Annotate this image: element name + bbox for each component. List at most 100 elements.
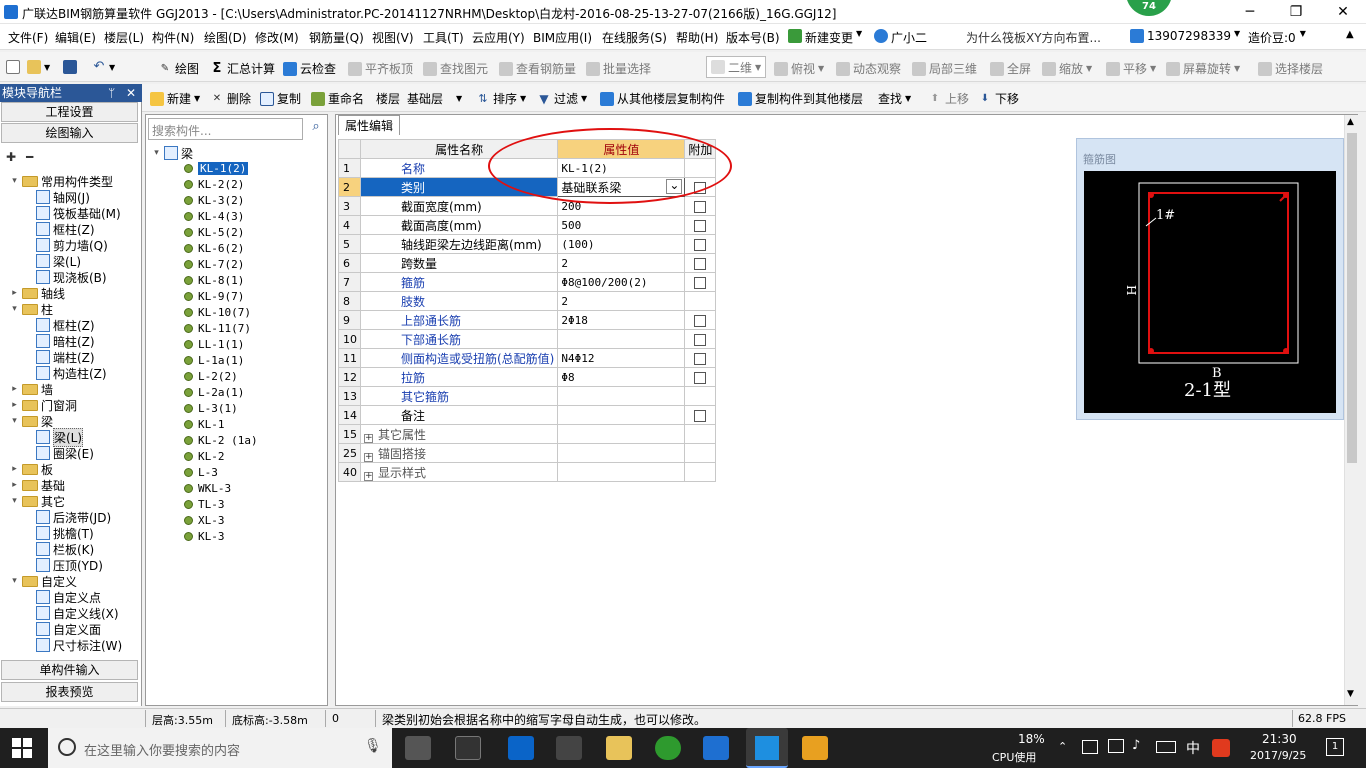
component-item[interactable]: LL-1(1)	[184, 337, 244, 352]
taskbar-search[interactable]: 在这里输入你要搜索的内容 🎙	[48, 728, 392, 768]
tree-item[interactable]: 自定义点	[36, 589, 101, 605]
tree-item[interactable]: 框柱(Z)	[36, 317, 95, 333]
tree-item[interactable]: 剪力墙(Q)	[36, 237, 108, 253]
menu-tools[interactable]: 工具(T)	[423, 29, 464, 46]
component-item[interactable]: L-3(1)	[184, 401, 238, 416]
property-row[interactable]: 10 下部通长筋	[338, 329, 717, 349]
component-item[interactable]: XL-3	[184, 513, 225, 528]
menu-file[interactable]: 文件(F)	[8, 29, 48, 46]
notification-badge[interactable]: 74	[1126, 0, 1172, 16]
expand-group-icon[interactable]: +	[364, 433, 373, 443]
draw-input-button[interactable]: 绘图输入	[1, 123, 138, 143]
file-explorer-icon[interactable]	[606, 736, 632, 760]
property-row[interactable]: 7 箍筋 Φ8@100/200(2)	[338, 272, 717, 292]
find-element-button[interactable]: 查找图元	[423, 60, 488, 77]
expand-toggle-icon[interactable]: ▸	[10, 400, 19, 410]
new-file-button[interactable]	[6, 60, 20, 74]
coin-balance[interactable]: 造价豆:0 ▼	[1248, 29, 1306, 46]
property-name[interactable]: 箍筋	[359, 272, 559, 292]
task-view-icon[interactable]	[405, 736, 431, 760]
tree-item[interactable]: 自定义线(X)	[36, 605, 119, 621]
property-name[interactable]: 其它箍筋	[359, 386, 559, 406]
vertical-scrollbar[interactable]: ▲ ▼	[1344, 115, 1358, 705]
property-row[interactable]: 4 截面高度(mm) 500	[338, 215, 717, 235]
component-item[interactable]: L-1a(1)	[184, 353, 244, 368]
property-row[interactable]: 11 侧面构造或受扭筋(总配筋值) N4Φ12	[338, 348, 717, 368]
view-rebar-button[interactable]: 查看钢筋量	[499, 60, 576, 77]
property-value[interactable]: 2	[557, 253, 686, 273]
collapse-toggle-icon[interactable]: ▾	[10, 576, 19, 586]
component-item[interactable]: KL-2 (1a)	[184, 433, 258, 448]
property-row[interactable]: 14 备注	[338, 405, 717, 425]
tree-item[interactable]: 轴网(J)	[36, 189, 90, 205]
menu-rebar-qty[interactable]: 钢筋量(Q)	[309, 29, 364, 46]
draw-button[interactable]: ✎ 绘图	[158, 60, 199, 77]
menu-draw[interactable]: 绘图(D)	[204, 29, 247, 46]
menu-view[interactable]: 视图(V)	[372, 29, 414, 46]
component-item[interactable]: KL-9(7)	[184, 289, 244, 304]
menu-floor[interactable]: 楼层(L)	[104, 29, 144, 46]
batch-select-button[interactable]: 批量选择	[586, 60, 651, 77]
top-view-button[interactable]: 俯视 ▼	[774, 60, 824, 77]
tab-property-edit[interactable]: 属性编辑	[338, 115, 400, 135]
copy-from-floor-button[interactable]: 从其他楼层复制构件	[600, 90, 725, 107]
tree-item[interactable]: 压顶(YD)	[36, 557, 103, 573]
property-row[interactable]: 25 + 锚固搭接	[338, 443, 717, 463]
user-account[interactable]: 13907298339 ▼	[1130, 29, 1240, 43]
tree-item[interactable]: 尺寸标注(W)	[36, 637, 122, 653]
component-item[interactable]: L-2a(1)	[184, 385, 244, 400]
tree-item[interactable]: 梁(L)	[36, 253, 81, 269]
extra-checkbox[interactable]	[694, 333, 707, 346]
copy-button[interactable]: 复制	[260, 90, 301, 107]
maximize-button[interactable]: ❐	[1273, 0, 1319, 24]
property-value[interactable]: N4Φ12	[557, 348, 686, 368]
collapse-toggle-icon[interactable]: ▾	[10, 416, 19, 426]
rotate-button[interactable]: 屏幕旋转 ▼	[1166, 60, 1240, 77]
clock-time[interactable]: 21:30	[1262, 732, 1297, 746]
pan-button[interactable]: 平移 ▼	[1106, 60, 1156, 77]
property-name[interactable]: 备注	[359, 405, 559, 425]
property-value[interactable]	[557, 462, 686, 482]
tree-item[interactable]: 端柱(Z)	[36, 349, 95, 365]
open-file-button[interactable]: ▼	[27, 60, 50, 74]
component-item[interactable]: KL-2(2)	[184, 177, 244, 192]
property-name[interactable]: 拉筋	[359, 367, 559, 387]
collapse-toggle-icon[interactable]: ▾	[10, 176, 19, 186]
collapse-all-icon[interactable]: ━	[26, 150, 33, 164]
component-item[interactable]: L-2(2)	[184, 369, 238, 384]
menu-edit[interactable]: 编辑(E)	[55, 29, 96, 46]
scroll-thumb[interactable]	[1347, 133, 1357, 463]
tree-item[interactable]: 梁(L)	[36, 427, 84, 447]
tree-item[interactable]: 挑檐(T)	[36, 525, 94, 541]
tree-item[interactable]: 构造柱(Z)	[36, 365, 107, 381]
component-item[interactable]: KL-10(7)	[184, 305, 251, 320]
component-item[interactable]: KL-5(2)	[184, 225, 244, 240]
clock-date[interactable]: 2017/9/25	[1250, 749, 1306, 762]
property-name[interactable]: 截面高度(mm)	[359, 215, 559, 235]
close-button[interactable]: ✕	[1320, 0, 1366, 24]
property-value[interactable]	[557, 424, 686, 444]
tree-item[interactable]: 栏板(K)	[36, 541, 94, 557]
extra-checkbox[interactable]	[694, 371, 707, 384]
property-row[interactable]: 8 肢数 2	[338, 291, 717, 311]
tree-item[interactable]: 筏板基础(M)	[36, 205, 121, 221]
property-name[interactable]: + 显示样式	[359, 462, 559, 482]
property-row[interactable]: 6 跨数量 2	[338, 253, 717, 273]
property-name[interactable]: 跨数量	[359, 253, 559, 273]
edge-browser-icon[interactable]	[508, 736, 534, 760]
property-row[interactable]: 12 拉筋 Φ8	[338, 367, 717, 387]
tree-folder[interactable]: ▾ 自定义	[10, 573, 77, 589]
tree-folder[interactable]: ▸ 基础	[10, 477, 65, 493]
extra-checkbox[interactable]	[694, 352, 707, 365]
filter-button[interactable]: ▼ 过滤 ▼	[537, 90, 587, 107]
tray-expand-icon[interactable]: ⌃	[1058, 740, 1067, 753]
move-up-button[interactable]: ⬆ 上移	[928, 90, 969, 107]
network-icon[interactable]	[1108, 739, 1124, 753]
menu-new-change[interactable]: 新建变更 ▼	[788, 29, 862, 46]
property-name[interactable]: 轴线距梁左边线距离(mm)	[359, 234, 559, 254]
undo-button[interactable]: ↶ ▼	[92, 60, 116, 74]
extra-checkbox[interactable]	[694, 257, 707, 270]
property-value[interactable]	[557, 386, 686, 406]
dynamic-view-button[interactable]: 动态观察	[836, 60, 901, 77]
tree-item[interactable]: 框柱(Z)	[36, 221, 95, 237]
